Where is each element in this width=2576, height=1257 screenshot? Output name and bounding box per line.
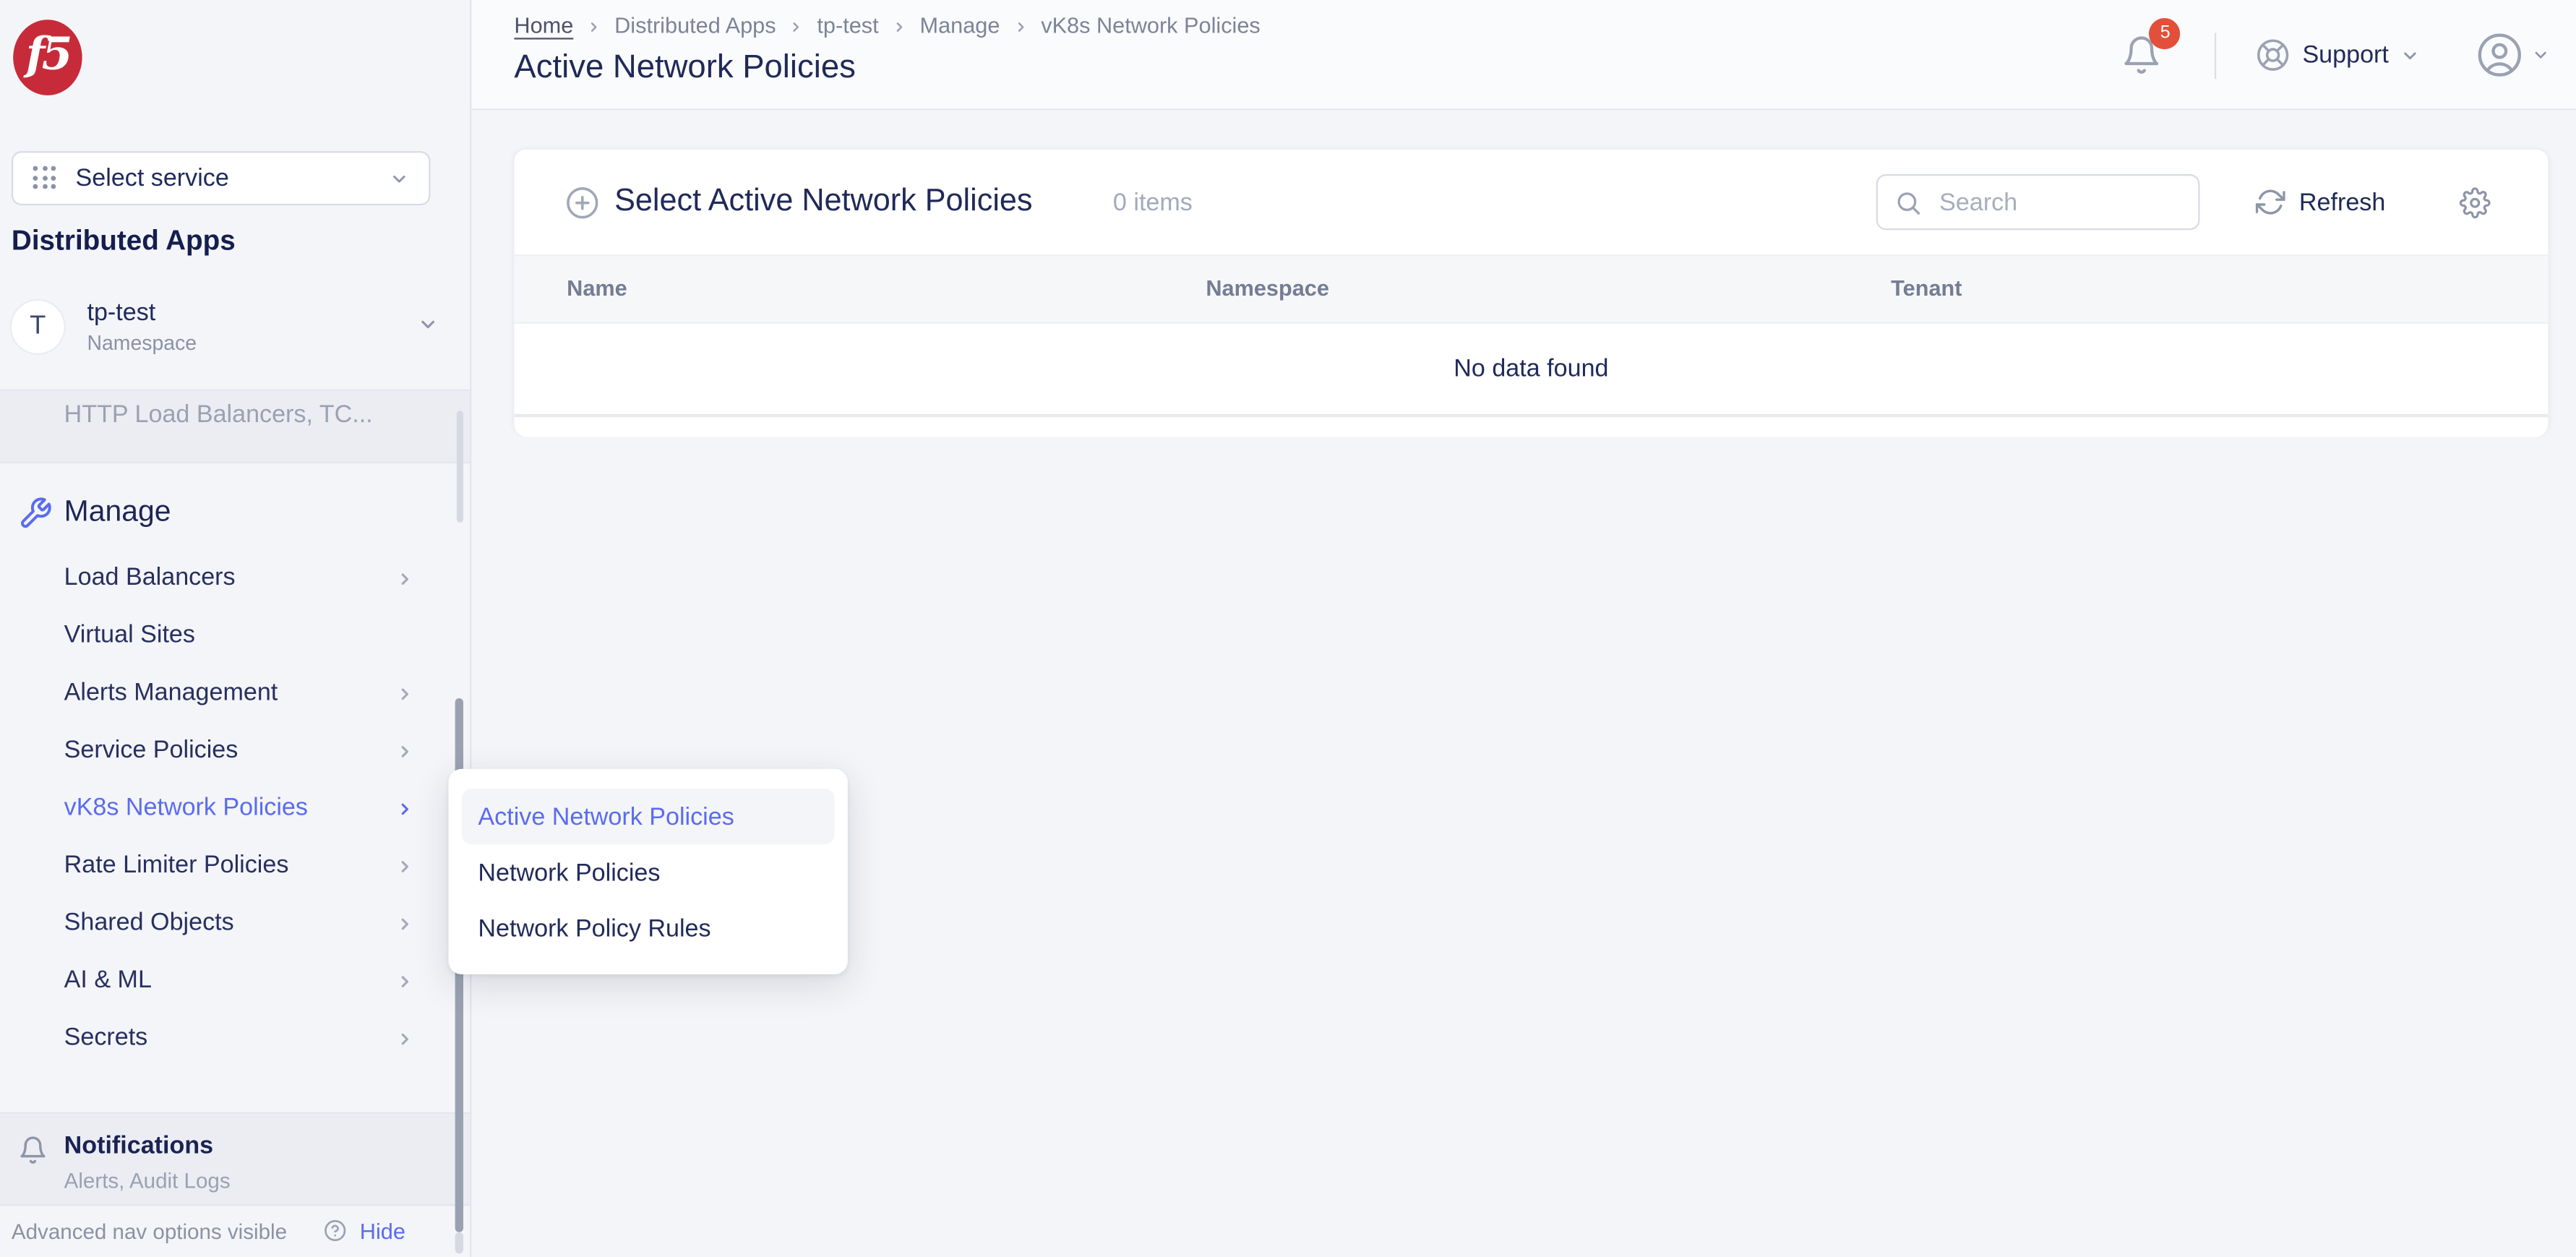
chevron-right-icon xyxy=(396,800,414,818)
breadcrumb-home[interactable]: Home xyxy=(514,13,573,38)
divider xyxy=(0,462,471,463)
sidebar-item-service-policies[interactable]: Service Policies xyxy=(0,723,470,781)
scrolled-nav-item-label: HTTP Load Balancers, TC... xyxy=(64,401,373,429)
search-box xyxy=(1877,174,2201,230)
sidebar-section-title: Distributed Apps xyxy=(12,225,236,257)
sidebar-item-secrets[interactable]: Secrets xyxy=(0,1011,470,1068)
page-title: Active Network Policies xyxy=(514,49,855,87)
notifications-sublabel: Alerts, Audit Logs xyxy=(64,1168,231,1193)
account-menu[interactable] xyxy=(2476,31,2549,79)
chevron-right-icon xyxy=(586,19,601,33)
chevron-down-icon xyxy=(2532,46,2550,64)
refresh-button[interactable]: Refresh xyxy=(2257,187,2385,217)
sidebar-item-manage[interactable]: Manage xyxy=(0,485,470,544)
chevron-right-icon xyxy=(396,915,414,933)
sidebar-item-notifications[interactable]: Notifications Alerts, Audit Logs xyxy=(0,1114,470,1204)
search-input[interactable] xyxy=(1936,186,2173,218)
namespace-avatar: T xyxy=(12,301,64,353)
circle-plus-icon[interactable] xyxy=(565,185,600,220)
breadcrumb-tp-test[interactable]: tp-test xyxy=(817,13,878,38)
chevron-right-icon xyxy=(789,19,804,33)
apps-grid-icon xyxy=(33,166,57,191)
life-ring-icon xyxy=(2257,38,2291,72)
active-network-policies-panel: Select Active Network Policies 0 items R… xyxy=(512,148,2549,434)
select-service-dropdown[interactable]: Select service xyxy=(12,151,431,205)
wrench-icon xyxy=(18,496,53,531)
chevron-down-icon xyxy=(390,168,409,188)
topbar-actions: 5 Support xyxy=(2121,0,2549,110)
chevron-right-icon xyxy=(396,742,414,760)
chevron-right-icon xyxy=(892,19,906,33)
app-root: f5 Select service Distributed Apps T tp-… xyxy=(0,0,2576,1257)
support-menu[interactable]: Support xyxy=(2257,38,2420,72)
gear-icon[interactable] xyxy=(2460,186,2491,218)
support-label: Support xyxy=(2302,41,2388,69)
column-header-name[interactable]: Name xyxy=(567,276,627,301)
sidebar-scrollbar-segment[interactable] xyxy=(457,411,463,523)
notifications-label: Notifications xyxy=(64,1132,213,1160)
chevron-right-icon xyxy=(396,973,414,991)
chevron-right-icon xyxy=(1013,19,1028,33)
column-header-tenant[interactable]: Tenant xyxy=(1891,276,1962,301)
notifications-bell-button[interactable]: 5 xyxy=(2121,32,2164,78)
advanced-nav-text: Advanced nav options visible xyxy=(12,1219,287,1244)
f5-logo[interactable]: f5 xyxy=(13,20,82,95)
sidebar-item-alerts-management[interactable]: Alerts Management xyxy=(0,666,470,724)
divider xyxy=(2215,32,2217,78)
panel-title: Select Active Network Policies xyxy=(614,184,1032,220)
breadcrumb-current: vK8s Network Policies xyxy=(1041,13,1261,38)
search-icon xyxy=(1895,188,1923,216)
table-footer xyxy=(514,414,2548,437)
breadcrumb-manage[interactable]: Manage xyxy=(920,13,1000,38)
bell-icon xyxy=(18,1136,48,1165)
sidebar-scrollbar-segment xyxy=(455,1232,463,1254)
refresh-label: Refresh xyxy=(2299,188,2385,216)
namespace-type-label: Namespace xyxy=(87,332,197,355)
sidebar-item-ai-ml[interactable]: AI & ML xyxy=(0,953,470,1011)
sidebar-footer: Advanced nav options visible Hide xyxy=(0,1206,470,1256)
sidebar: f5 Select service Distributed Apps T tp-… xyxy=(0,0,471,1257)
vk8s-network-policies-flyout: Active Network Policies Network Policies… xyxy=(449,769,848,974)
chevron-right-icon xyxy=(396,857,414,875)
sidebar-item-rate-limiter-policies[interactable]: Rate Limiter Policies xyxy=(0,838,470,896)
empty-state-text: No data found xyxy=(514,355,2548,383)
breadcrumb: Home Distributed Apps tp-test Manage vK8… xyxy=(514,13,1260,38)
sidebar-item-virtual-sites[interactable]: Virtual Sites xyxy=(0,608,470,666)
topbar: Home Distributed Apps tp-test Manage vK8… xyxy=(471,0,2576,110)
table-header-row: Name Namespace Tenant xyxy=(514,254,2548,323)
flyout-item-active-network-policies[interactable]: Active Network Policies xyxy=(462,789,835,844)
chevron-right-icon xyxy=(396,1030,414,1048)
user-avatar-icon xyxy=(2476,31,2523,79)
chevron-down-icon xyxy=(2400,46,2420,65)
item-count: 0 items xyxy=(1113,188,1193,216)
hide-nav-link[interactable]: Hide xyxy=(360,1219,405,1244)
sidebar-item-shared-objects[interactable]: Shared Objects xyxy=(0,896,470,953)
scrolled-nav-item[interactable]: HTTP Load Balancers, TC... xyxy=(0,391,470,462)
table-body: No data found xyxy=(514,324,2548,414)
help-circle-icon[interactable] xyxy=(324,1219,347,1243)
notification-count-badge: 5 xyxy=(2150,17,2181,48)
panel-header: Select Active Network Policies 0 items R… xyxy=(514,150,2548,254)
sidebar-item-vk8s-network-policies[interactable]: vK8s Network Policies xyxy=(0,781,470,838)
chevron-down-icon xyxy=(417,314,439,335)
flyout-item-network-policies[interactable]: Network Policies xyxy=(462,844,835,900)
column-header-namespace[interactable]: Namespace xyxy=(1206,276,1329,301)
namespace-name: tp-test xyxy=(87,299,155,327)
chevron-right-icon xyxy=(396,570,414,588)
breadcrumb-distributed-apps[interactable]: Distributed Apps xyxy=(614,13,776,38)
manage-label: Manage xyxy=(64,494,171,529)
flyout-item-network-policy-rules[interactable]: Network Policy Rules xyxy=(462,901,835,956)
chevron-right-icon xyxy=(396,685,414,703)
sidebar-item-load-balancers[interactable]: Load Balancers xyxy=(0,550,470,608)
select-service-label: Select service xyxy=(76,164,229,192)
refresh-icon xyxy=(2257,187,2286,217)
namespace-picker[interactable]: T tp-test Namespace xyxy=(12,299,458,359)
